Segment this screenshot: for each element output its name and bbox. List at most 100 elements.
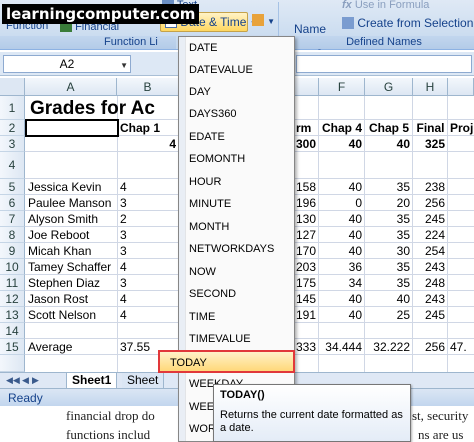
column-header-h[interactable]: H	[413, 78, 448, 96]
student-name[interactable]: Paulee Manson	[28, 196, 117, 210]
student-score-chap5[interactable]: 35	[366, 228, 410, 242]
student-name[interactable]: Joe Reboot	[28, 228, 117, 242]
more-functions-button[interactable]: ▼	[252, 14, 275, 27]
row-header[interactable]: 14	[0, 323, 25, 339]
column-header-g[interactable]: G	[365, 78, 413, 96]
total-chap4[interactable]: 40	[320, 137, 362, 151]
student-score-final[interactable]: 224	[414, 228, 445, 242]
student-name[interactable]: Alyson Smith	[28, 212, 117, 226]
menu-item-hour[interactable]: HOUR	[189, 171, 221, 193]
average-chap4[interactable]: 34.444	[320, 340, 362, 354]
student-score-term[interactable]: 191	[296, 308, 316, 322]
student-score-term[interactable]: 196	[296, 196, 316, 210]
student-score-chap4[interactable]: 40	[320, 292, 362, 306]
row-header[interactable]	[0, 355, 25, 372]
student-score-b[interactable]: 3	[120, 276, 176, 290]
student-score-term[interactable]: 175	[296, 276, 316, 290]
menu-item-day[interactable]: DAY	[189, 81, 211, 103]
sheet-tab-active[interactable]: Sheet1	[66, 373, 118, 389]
menu-item-networkdays[interactable]: NETWORKDAYS	[189, 238, 274, 260]
column-header-b[interactable]: B	[117, 78, 179, 96]
student-score-chap5[interactable]: 35	[366, 260, 410, 274]
menu-item-minute[interactable]: MINUTE	[189, 193, 231, 215]
average-chap5[interactable]: 32.222	[366, 340, 410, 354]
average-term[interactable]: 333	[296, 340, 316, 354]
row-header[interactable]: 9	[0, 243, 25, 259]
student-name[interactable]: Micah Khan	[28, 244, 117, 258]
student-score-chap4[interactable]: 40	[320, 212, 362, 226]
total-final[interactable]: 325	[414, 137, 445, 151]
student-score-b[interactable]: 2	[120, 212, 176, 226]
average-proj[interactable]: 47.	[450, 340, 474, 354]
student-score-final[interactable]: 245	[414, 212, 445, 226]
chevron-down-icon[interactable]: ▼	[120, 58, 128, 74]
row-header[interactable]: 15	[0, 339, 25, 355]
total-term[interactable]: 300	[296, 137, 316, 151]
student-score-b[interactable]: 4	[120, 260, 176, 274]
first-sheet-icon[interactable]: ◀◀	[6, 375, 20, 386]
student-name[interactable]: Stephen Diaz	[28, 276, 117, 290]
header-proj[interactable]: Proj	[450, 121, 474, 135]
column-header-a[interactable]: A	[25, 78, 117, 96]
header-chap4[interactable]: Chap 4	[320, 121, 364, 135]
student-score-b[interactable]: 4	[120, 292, 176, 306]
name-box[interactable]: A2 ▼	[3, 55, 131, 73]
student-score-term[interactable]: 130	[296, 212, 316, 226]
row-header[interactable]: 12	[0, 291, 25, 307]
student-score-b[interactable]: 3	[120, 196, 176, 210]
student-score-final[interactable]: 245	[414, 308, 445, 322]
row-header[interactable]: 2	[0, 120, 25, 136]
student-name[interactable]: Jason Rost	[28, 292, 117, 306]
average-final[interactable]: 256	[414, 340, 445, 354]
student-score-chap5[interactable]: 35	[366, 276, 410, 290]
menu-item-month[interactable]: MONTH	[189, 216, 229, 238]
row-header[interactable]: 5	[0, 179, 25, 195]
row-header[interactable]: 13	[0, 307, 25, 323]
column-header-e[interactable]	[295, 78, 319, 96]
student-score-chap4[interactable]: 40	[320, 244, 362, 258]
row-header[interactable]: 3	[0, 136, 25, 152]
student-score-final[interactable]: 248	[414, 276, 445, 290]
menu-item-timevalue[interactable]: TIMEVALUE	[189, 328, 251, 350]
menu-item-date[interactable]: DATE	[189, 37, 218, 59]
student-score-final[interactable]: 256	[414, 196, 445, 210]
student-score-chap4[interactable]: 34	[320, 276, 362, 290]
student-score-term[interactable]: 158	[296, 180, 316, 194]
row-header[interactable]: 1	[0, 96, 25, 120]
student-score-chap4[interactable]: 36	[320, 260, 362, 274]
menu-item-time[interactable]: TIME	[189, 306, 215, 328]
student-score-term[interactable]: 203	[296, 260, 316, 274]
sheet-title[interactable]: Grades for Ac	[30, 98, 178, 120]
student-score-term[interactable]: 145	[296, 292, 316, 306]
prev-sheet-icon[interactable]: ◀	[22, 375, 29, 386]
student-score-chap5[interactable]: 25	[366, 308, 410, 322]
student-score-chap5[interactable]: 40	[366, 292, 410, 306]
menu-item-now[interactable]: NOW	[189, 261, 216, 283]
student-score-final[interactable]: 243	[414, 292, 445, 306]
header-chap1[interactable]: Chap 1	[120, 121, 178, 135]
row-header[interactable]: 4	[0, 152, 25, 179]
header-term[interactable]: rm	[296, 121, 318, 135]
student-score-b[interactable]: 4	[120, 308, 176, 322]
student-score-chap5[interactable]: 20	[366, 196, 410, 210]
use-in-formula-button[interactable]: fx Use in Formula	[342, 0, 429, 11]
row-header[interactable]: 6	[0, 195, 25, 211]
student-score-b[interactable]: 4	[120, 180, 176, 194]
student-score-term[interactable]: 127	[296, 228, 316, 242]
average-label[interactable]: Average	[28, 340, 117, 354]
student-name[interactable]: Jessica Kevin	[28, 180, 117, 194]
menu-item-edate[interactable]: EDATE	[189, 126, 225, 148]
student-score-chap5[interactable]: 30	[366, 244, 410, 258]
student-name[interactable]: Scott Nelson	[28, 308, 117, 322]
column-header-f[interactable]: F	[319, 78, 365, 96]
row-header[interactable]: 8	[0, 227, 25, 243]
total-chap5[interactable]: 40	[366, 137, 410, 151]
student-score-final[interactable]: 238	[414, 180, 445, 194]
student-score-final[interactable]: 243	[414, 260, 445, 274]
menu-item-today[interactable]: TODAY	[158, 350, 295, 373]
active-cell-a2[interactable]	[25, 119, 119, 137]
column-header-i[interactable]	[448, 78, 474, 96]
menu-item-second[interactable]: SECOND	[189, 283, 236, 305]
student-score-term[interactable]: 170	[296, 244, 316, 258]
student-name[interactable]: Tamey Schaffer	[28, 260, 117, 274]
